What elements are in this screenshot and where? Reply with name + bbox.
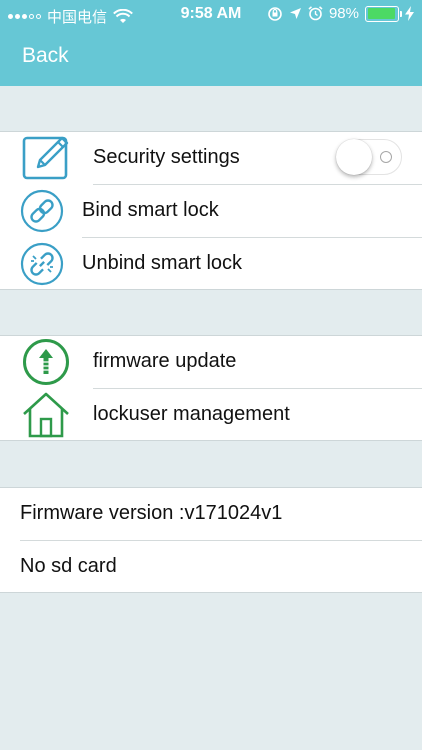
firmware-version-row: Firmware version :v171024v1 (0, 488, 422, 540)
unbind-smart-lock-label: Unbind smart lock (82, 252, 243, 274)
upload-arrow-icon (23, 339, 69, 385)
firmware-update-label: firmware update (93, 350, 237, 372)
security-settings-toggle[interactable] (336, 139, 402, 175)
alarm-icon (308, 6, 323, 21)
info-group: Firmware version :v171024v1 No sd card (0, 487, 422, 593)
back-button[interactable]: Back (22, 44, 69, 68)
unlink-icon (20, 242, 64, 286)
status-right: 98% (267, 5, 414, 22)
toggle-knob (336, 139, 372, 175)
lockuser-management-label: lockuser management (93, 403, 290, 425)
battery-percent: 98% (328, 5, 359, 22)
orientation-lock-icon (268, 6, 282, 21)
lockuser-management-row[interactable]: lockuser management (0, 389, 422, 441)
smart-lock-group: Security settings Bind smart lock Unbind… (0, 131, 422, 290)
location-icon (289, 8, 301, 19)
security-settings-row[interactable]: Security settings (0, 132, 422, 184)
battery-icon (365, 5, 402, 22)
bind-smart-lock-row[interactable]: Bind smart lock (0, 185, 422, 237)
security-settings-label: Security settings (93, 146, 240, 168)
unbind-smart-lock-row[interactable]: Unbind smart lock (0, 238, 422, 290)
firmware-update-row[interactable]: firmware update (0, 336, 422, 388)
sd-card-row: No sd card (0, 541, 422, 593)
edit-pencil-icon (22, 136, 69, 180)
nav-header: 中国电信 9:58 AM 98% Back (0, 0, 422, 86)
firmware-version-text: Firmware version :v171024v1 (20, 502, 283, 524)
sd-card-status: No sd card (20, 555, 117, 577)
charging-icon (405, 6, 414, 21)
toggle-off-indicator (380, 151, 392, 163)
home-icon (23, 392, 69, 438)
bind-smart-lock-label: Bind smart lock (82, 199, 219, 221)
link-icon (20, 189, 64, 233)
status-bar: 中国电信 9:58 AM 98% (0, 0, 422, 30)
device-group: firmware update lockuser management (0, 335, 422, 441)
